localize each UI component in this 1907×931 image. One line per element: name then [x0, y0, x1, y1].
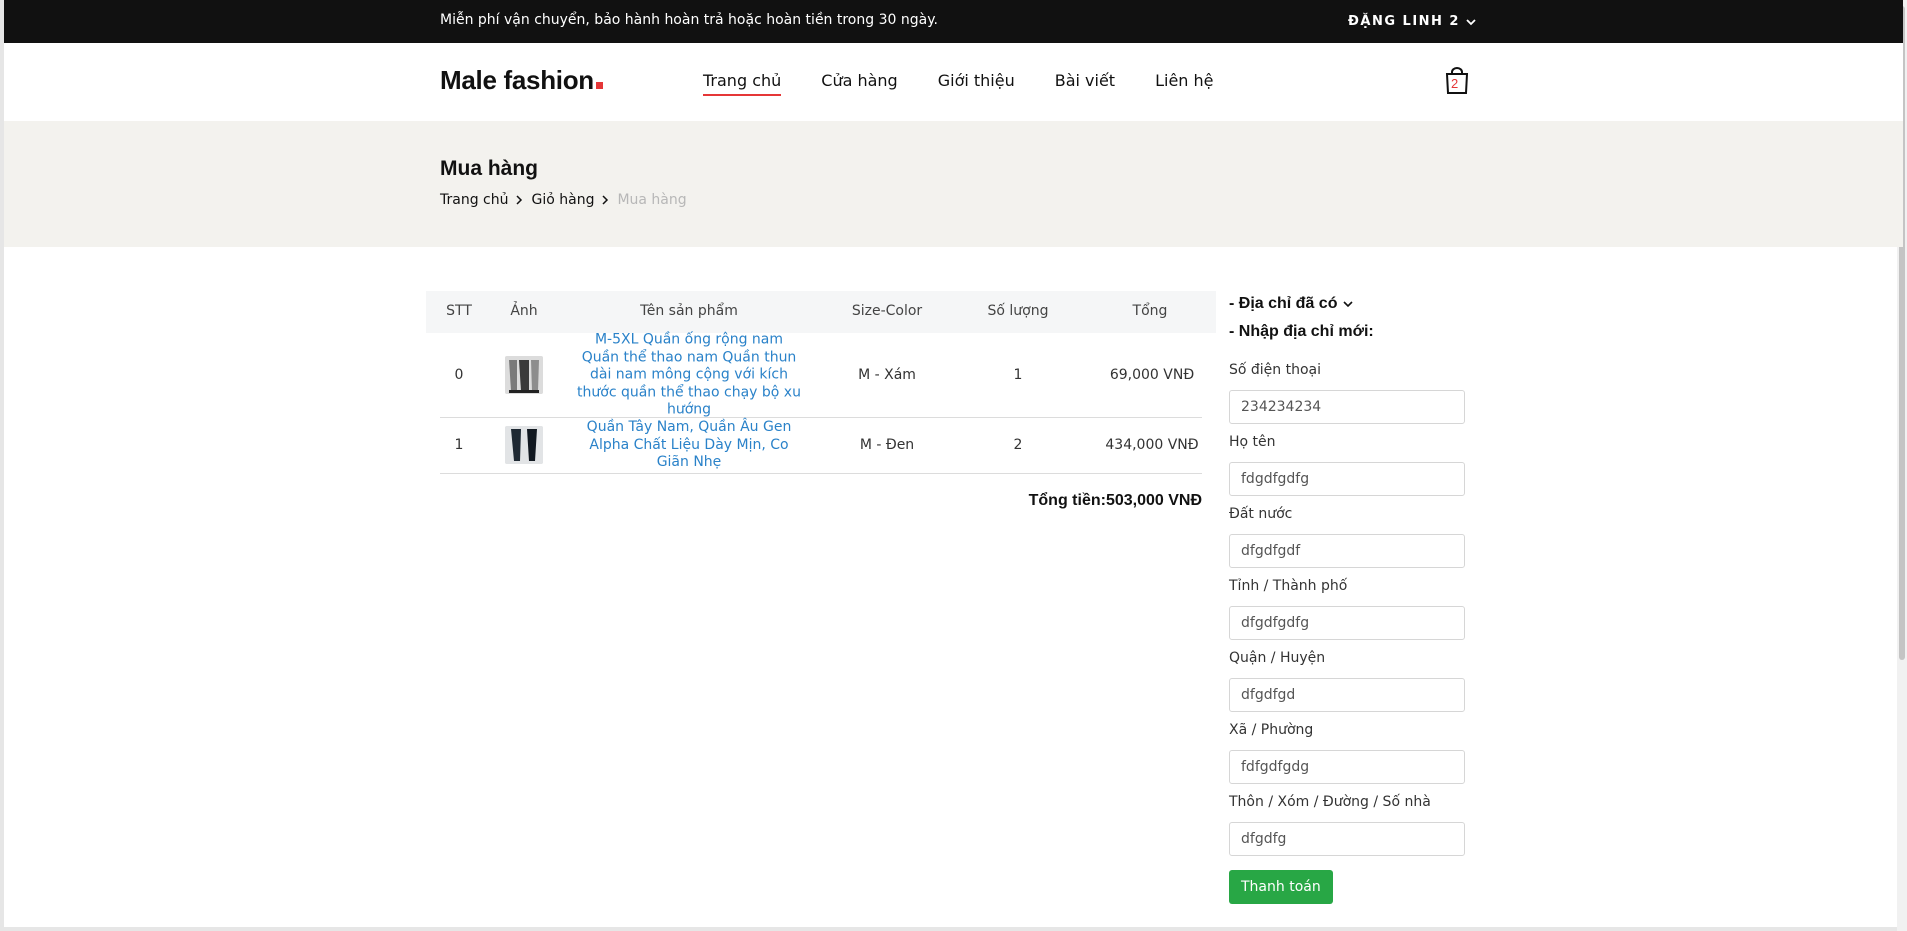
main-menu: Trang chủ Cửa hàng Giới thiệu Bài viết L…	[703, 71, 1214, 96]
breadcrumb: Trang chủ Giỏ hàng Mua hàng	[440, 192, 687, 208]
account-name: ĐẶNG LINH 2	[1348, 14, 1460, 29]
saved-address-label: - Địa chỉ đã có	[1229, 295, 1338, 312]
row-size-color: M - Đen	[859, 437, 915, 453]
menu-item-blog[interactable]: Bài viết	[1055, 71, 1115, 96]
country-label: Đất nước	[1229, 506, 1293, 522]
order-table: STT Ảnh Tên sản phẩm Size-Color Số lượng…	[426, 291, 1216, 474]
cart-count: 2	[1451, 76, 1459, 91]
row-quantity: 2	[1013, 437, 1023, 453]
row-stt: 1	[454, 437, 464, 453]
product-link[interactable]: Quần Tây Nam, Quần Âu Gen Alpha Chất Liệ…	[575, 419, 803, 472]
phone-label: Số điện thoại	[1229, 362, 1322, 378]
shipping-message: Miễn phí vận chuyển, bảo hành hoàn trả h…	[440, 12, 938, 28]
grand-total: Tổng tiền:503,000 VNĐ	[1028, 492, 1202, 509]
street-label: Thôn / Xóm / Đường / Số nhà	[1229, 794, 1431, 810]
province-field[interactable]: dfgdfgdfg	[1229, 606, 1465, 640]
table-header: STT Ảnh Tên sản phẩm Size-Color Số lượng…	[426, 291, 1216, 333]
chevron-right-icon	[516, 195, 523, 205]
checkout-button[interactable]: Thanh toán	[1229, 870, 1333, 904]
chevron-down-icon	[1343, 301, 1354, 308]
phone-field[interactable]: 234234234	[1229, 390, 1465, 424]
saved-address-toggle[interactable]: - Địa chỉ đã có	[1229, 290, 1469, 318]
breadcrumb-current: Mua hàng	[617, 192, 687, 208]
row-stt: 0	[454, 367, 464, 383]
ward-field[interactable]: fdfgdfgdg	[1229, 750, 1465, 784]
logo-dot	[595, 82, 603, 89]
logo-text: Male fashion	[440, 65, 594, 95]
product-link[interactable]: M-5XL Quần ống rộng nam Quần thể thao na…	[575, 331, 803, 419]
district-field[interactable]: dfgdfgd	[1229, 678, 1465, 712]
menu-item-shop[interactable]: Cửa hàng	[821, 71, 897, 96]
col-product-name: Tên sản phẩm	[640, 303, 738, 319]
row-total: 434,000 VNĐ	[1105, 437, 1199, 453]
col-stt: STT	[446, 303, 472, 319]
col-image: Ảnh	[510, 303, 538, 319]
new-address-heading: - Nhập địa chỉ mới:	[1229, 323, 1374, 340]
row-quantity: 1	[1013, 367, 1023, 383]
country-field[interactable]: dfgdfgdf	[1229, 534, 1465, 568]
shopping-bag-icon[interactable]: 2	[1444, 67, 1470, 95]
product-thumbnail[interactable]	[505, 426, 543, 464]
announcement-bar: Miễn phí vận chuyển, bảo hành hoàn trả h…	[4, 0, 1903, 43]
chevron-right-icon	[602, 195, 609, 205]
chevron-down-icon	[1466, 18, 1476, 25]
product-thumbnail[interactable]	[505, 356, 543, 394]
breadcrumb-cart[interactable]: Giỏ hàng	[531, 192, 594, 208]
breadcrumb-section: Mua hàng Trang chủ Giỏ hàng Mua hàng	[4, 121, 1903, 247]
district-label: Quận / Huyện	[1229, 650, 1326, 666]
logo[interactable]: Male fashion	[440, 65, 603, 96]
province-label: Tỉnh / Thành phố	[1229, 578, 1348, 594]
ward-label: Xã / Phường	[1229, 722, 1314, 738]
address-form: - Địa chỉ đã có - Nhập địa chỉ mới: Số đ…	[1229, 290, 1469, 904]
account-menu[interactable]: ĐẶNG LINH 2	[1348, 14, 1476, 29]
breadcrumb-home[interactable]: Trang chủ	[440, 192, 508, 208]
window-frame-bottom	[0, 927, 1907, 931]
fullname-label: Họ tên	[1229, 434, 1276, 450]
menu-item-contact[interactable]: Liên hệ	[1155, 71, 1213, 96]
page-title: Mua hàng	[440, 157, 538, 180]
col-quantity: Số lượng	[987, 303, 1049, 319]
col-total: Tổng	[1132, 303, 1168, 319]
row-total: 69,000 VNĐ	[1109, 367, 1195, 383]
menu-item-home[interactable]: Trang chủ	[703, 71, 782, 96]
menu-item-about[interactable]: Giới thiệu	[938, 71, 1015, 96]
street-field[interactable]: dfgdfg	[1229, 822, 1465, 856]
fullname-field[interactable]: fdgdfgdfg	[1229, 462, 1465, 496]
col-size-color: Size-Color	[851, 303, 923, 319]
row-size-color: M - Xám	[858, 367, 916, 383]
table-row: 0 M-5XL Quần ống rộng nam Quần thể thao …	[440, 331, 1202, 419]
main-header: Male fashion Trang chủ Cửa hàng Giới thi…	[4, 43, 1903, 121]
table-row: 1 Quần Tây Nam, Quần Âu Gen Alpha Chất L…	[440, 418, 1202, 474]
